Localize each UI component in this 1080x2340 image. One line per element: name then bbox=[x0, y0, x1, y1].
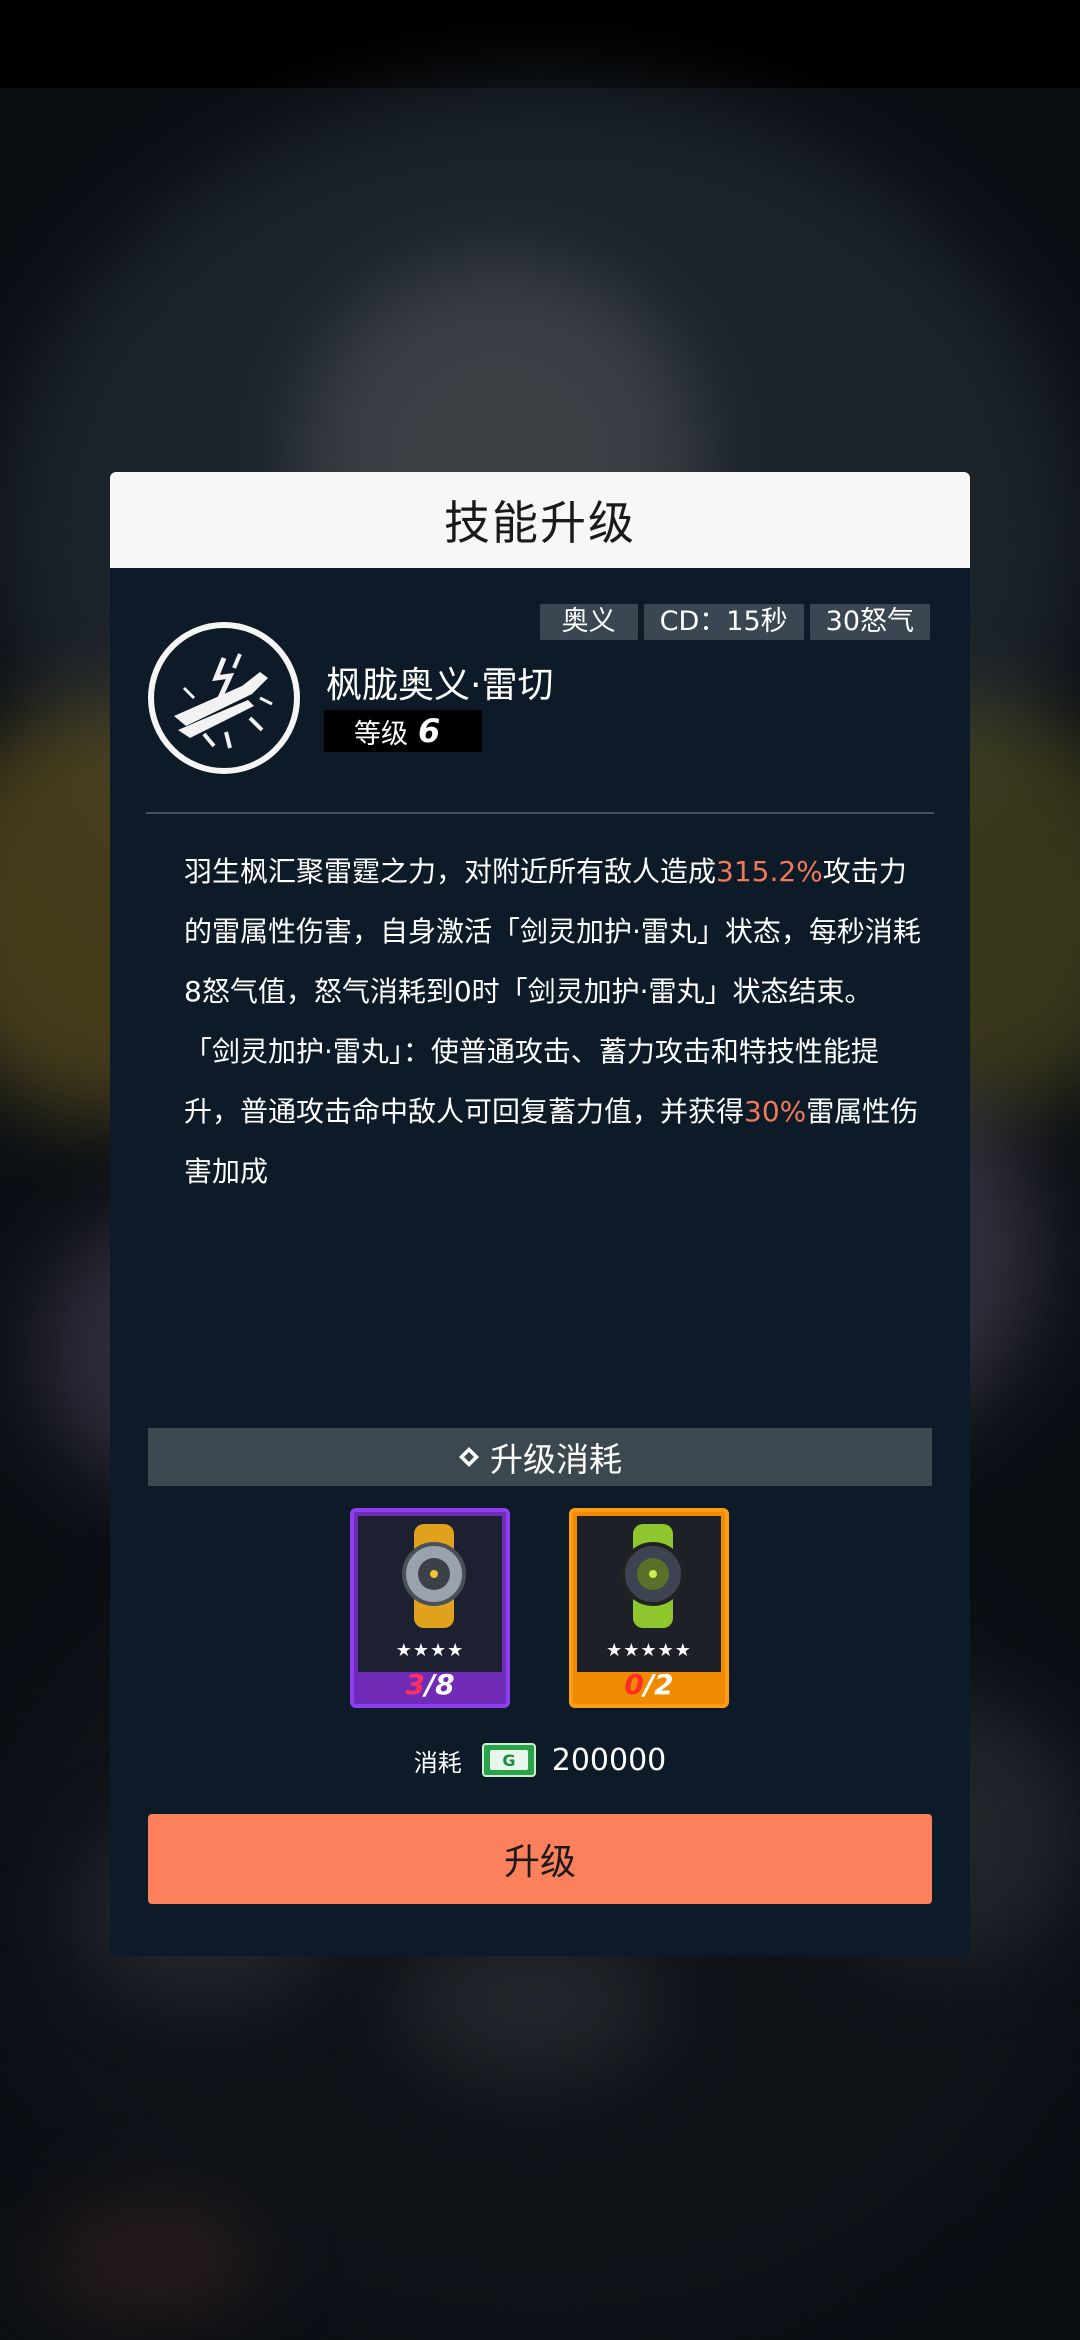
level-value: 6 bbox=[418, 712, 441, 750]
skill-energy-tag: 30怒气 bbox=[809, 604, 930, 640]
description-paragraph-2: 「剑灵加护·雷丸」：使普通攻击、蓄力攻击和特技性能提升，普通攻击命中敌人可回复蓄… bbox=[184, 1035, 919, 1188]
material-item-1[interactable]: ★★★★ 3/8 bbox=[350, 1508, 510, 1708]
skill-level-badge: 等级 6 bbox=[324, 710, 482, 752]
dialog-header: 技能升级 bbox=[110, 472, 970, 568]
material-stars: ★★★★ bbox=[395, 1640, 465, 1661]
cost-title: 升级消耗 bbox=[490, 1440, 622, 1479]
material-count: 3/8 bbox=[405, 1668, 455, 1701]
level-label: 等级 bbox=[354, 718, 408, 750]
skill-description: 羽生枫汇聚雷霆之力，对附近所有敌人造成315.2%攻击力的雷属性伤害，自身激活「… bbox=[184, 842, 924, 1202]
green-watch-icon bbox=[621, 1524, 685, 1628]
upgrade-button[interactable]: 升级 bbox=[148, 1814, 932, 1904]
consume-value: 200000 bbox=[551, 1742, 667, 1778]
yellow-watch-icon bbox=[402, 1524, 466, 1628]
skill-type-tag: 奥义 bbox=[539, 604, 638, 640]
material-item-2[interactable]: ★★★★★ 0/2 bbox=[569, 1508, 729, 1708]
material-stars: ★★★★★ bbox=[606, 1640, 692, 1661]
material-count: 0/2 bbox=[624, 1668, 674, 1701]
svg-text:G: G bbox=[502, 1751, 515, 1770]
bonus-percent: 30% bbox=[744, 1095, 807, 1128]
lightning-slash-icon bbox=[148, 622, 300, 774]
cost-header: 升级消耗 bbox=[148, 1428, 932, 1486]
gold-coin-icon: G bbox=[481, 1743, 536, 1777]
skill-name: 枫胧奥义·雷切 bbox=[326, 665, 554, 706]
diamond-icon bbox=[459, 1447, 479, 1467]
skill-tags: 奥义 CD：15秒 30怒气 bbox=[539, 604, 930, 640]
divider bbox=[146, 812, 934, 814]
skill-cd-tag: CD：15秒 bbox=[643, 604, 804, 640]
damage-percent: 315.2% bbox=[716, 855, 823, 888]
skill-upgrade-dialog: 技能升级 奥义 CD：15秒 30怒气 枫胧奥义·雷切 等级 6 羽生枫汇聚雷霆… bbox=[110, 472, 970, 1956]
consume-row: 消耗 G 200000 bbox=[110, 1742, 970, 1778]
consume-label: 消耗 bbox=[413, 1748, 462, 1777]
description-paragraph-1: 羽生枫汇聚雷霆之力，对附近所有敌人造成315.2%攻击力的雷属性伤害，自身激活「… bbox=[184, 855, 921, 1008]
dialog-title: 技能升级 bbox=[444, 496, 636, 550]
